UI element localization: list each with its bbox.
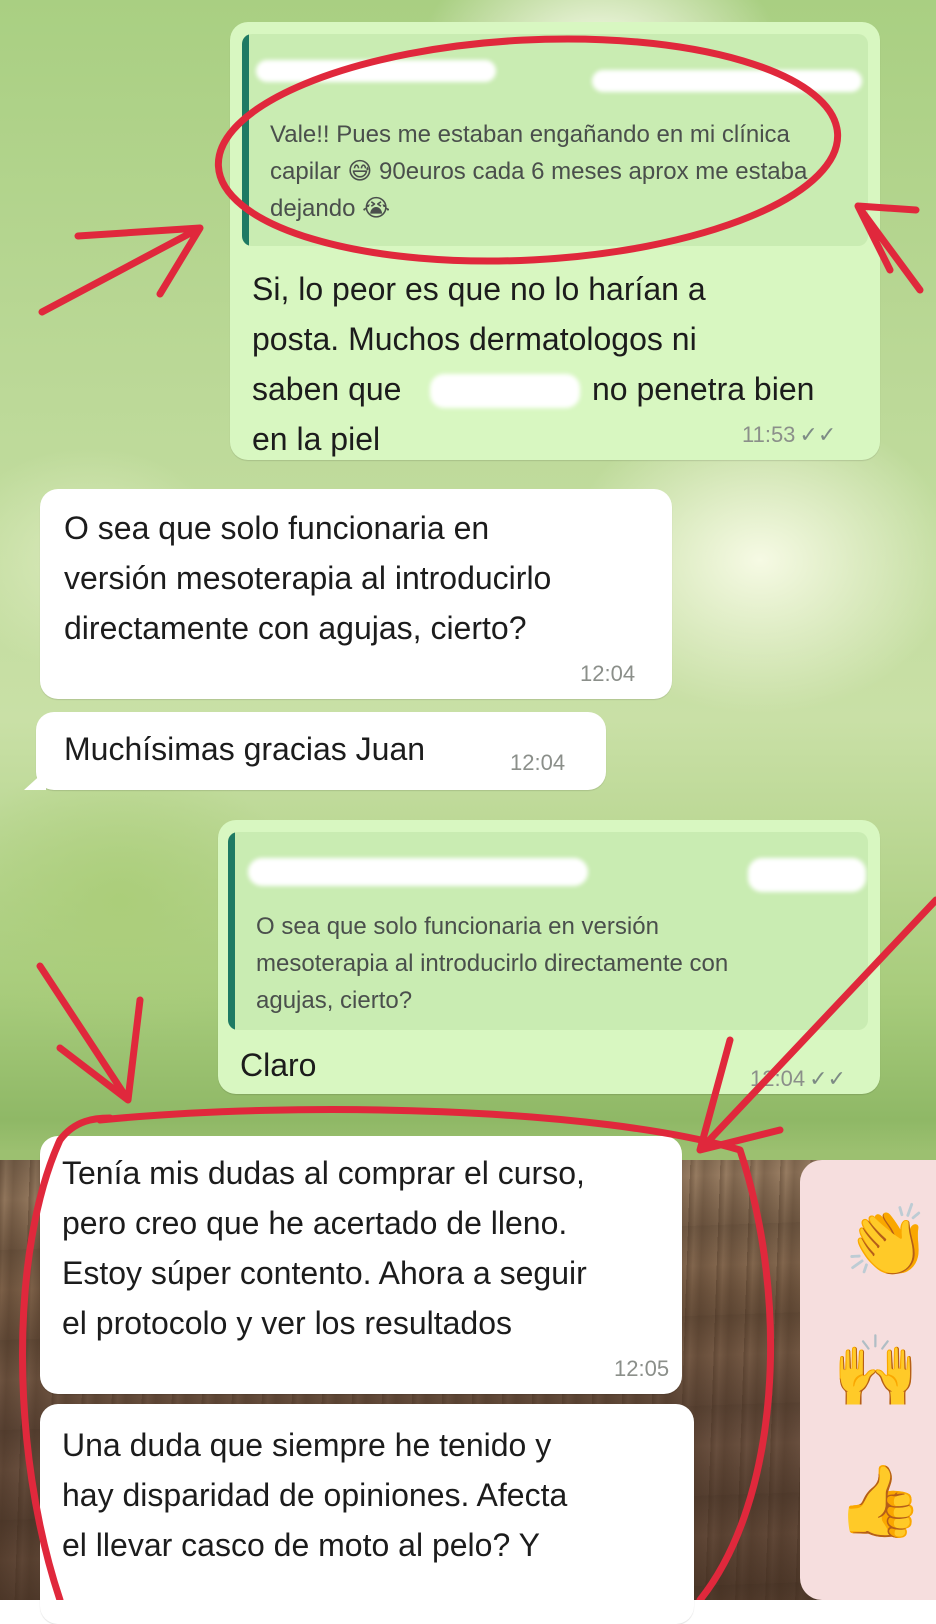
redacted-sender-name-2 — [748, 858, 866, 892]
redacted-sender-name-2 — [592, 70, 862, 92]
quoted-text-line: mesoterapia al introducirlo directamente… — [256, 950, 729, 977]
incoming-message-3[interactable]: Muchísimas gracias Juan 12:04 — [36, 712, 606, 790]
message-line: hay disparidad de opiniones. Afecta — [62, 1477, 568, 1513]
message-line: versión mesoterapia al introducirlo — [64, 560, 552, 596]
message-text: Claro — [240, 1047, 317, 1083]
quote-bar — [242, 34, 249, 246]
quoted-message[interactable]: Vale!! Pues me estaban engañando en mi c… — [242, 34, 868, 246]
emoji-reaction-panel: 👏 🙌 👍 — [800, 1160, 936, 1600]
message-line: Tenía mis dudas al comprar el curso, — [62, 1155, 585, 1191]
double-check-icon: ✓✓ — [809, 1066, 846, 1091]
message-line: el llevar casco de moto al pelo? Y — [62, 1527, 540, 1563]
message-line: pero creo que he acertado de lleno. — [62, 1205, 568, 1241]
message-line: no penetra bien — [592, 371, 815, 407]
double-check-icon: ✓✓ — [799, 422, 837, 447]
redacted-sender-name — [248, 858, 588, 886]
message-time: 12:04 — [510, 750, 566, 775]
quoted-text-line: agujas, cierto? — [256, 987, 413, 1014]
message-time: 12:05 — [614, 1356, 670, 1381]
bubble-tail — [24, 770, 46, 790]
quoted-message[interactable]: O sea que solo funcionaria en versión me… — [228, 832, 868, 1030]
message-line: Si, lo peor es que no lo harían a — [252, 271, 706, 307]
quoted-text: Vale!! Pues me estaban engañando en mi c… — [270, 121, 808, 222]
outgoing-message-4[interactable]: O sea que solo funcionaria en versión me… — [218, 820, 880, 1094]
outgoing-message-1[interactable]: Vale!! Pues me estaban engañando en mi c… — [230, 22, 880, 460]
incoming-message-6[interactable]: Una duda que siempre he tenido y hay dis… — [40, 1404, 694, 1624]
redacted-word — [430, 374, 580, 408]
message-time: 12:04 ✓✓ — [750, 1066, 846, 1091]
message-line: saben que — [252, 371, 402, 407]
incoming-message-5[interactable]: Tenía mis dudas al comprar el curso, per… — [40, 1136, 682, 1394]
quote-bar — [228, 832, 235, 1030]
message-line: en la piel — [252, 421, 381, 457]
thumbs-up-icon: 👍 — [836, 1462, 924, 1540]
message-line: O sea que solo funcionaria en — [64, 510, 490, 546]
message-time: 11:53 ✓✓ — [742, 422, 837, 447]
message-text: Muchísimas gracias Juan — [64, 731, 426, 767]
quoted-text-line: O sea que solo funcionaria en versión — [256, 913, 659, 940]
redacted-sender-name — [256, 60, 496, 82]
incoming-message-2[interactable]: O sea que solo funcionaria en versión me… — [40, 489, 672, 699]
message-time: 12:04 — [580, 661, 636, 686]
message-line: directamente con agujas, cierto? — [64, 610, 527, 646]
clapping-hands-icon: 👏 — [844, 1202, 932, 1280]
raising-hands-icon: 🙌 — [832, 1332, 920, 1410]
message-line: Estoy súper contento. Ahora a seguir — [62, 1255, 587, 1291]
message-line: posta. Muchos dermatologos ni — [252, 321, 697, 357]
message-line: el protocolo y ver los resultados — [62, 1305, 512, 1341]
message-line: Una duda que siempre he tenido y — [62, 1427, 552, 1463]
